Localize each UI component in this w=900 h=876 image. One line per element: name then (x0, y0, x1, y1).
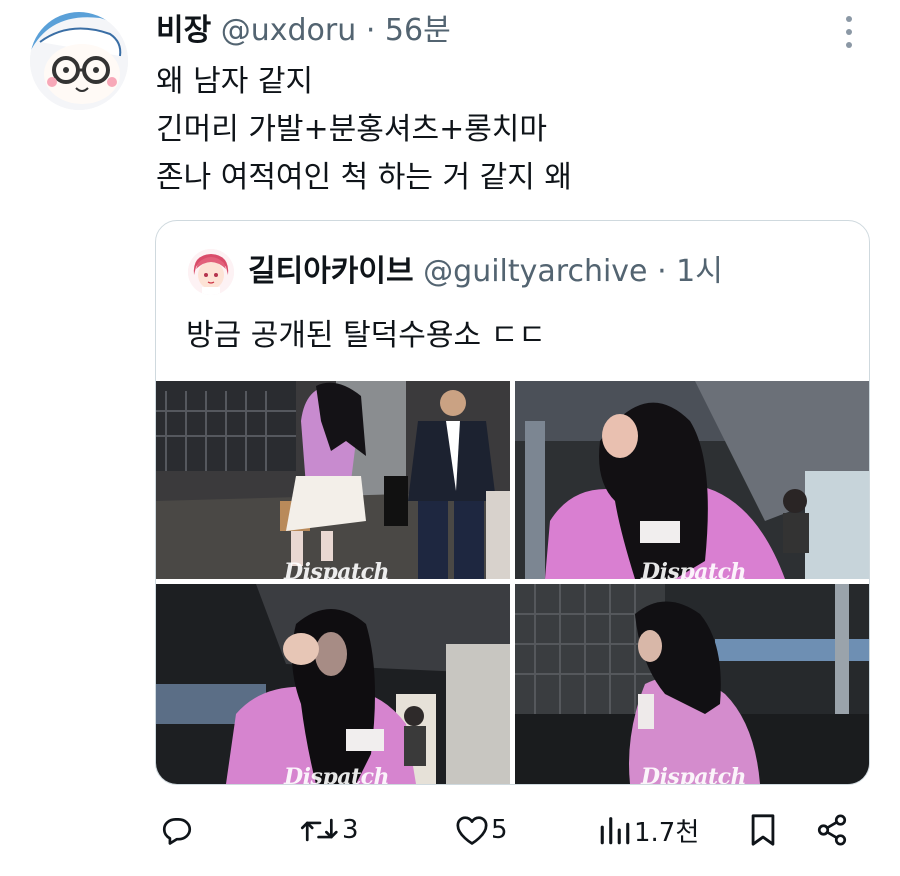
media-grid: Dispatch Dispatch Dispatch Dispatch (156, 381, 869, 784)
tweet-text-line: 존나 여적여인 척 하는 거 같지 왜 (156, 160, 573, 195)
quote-author-name[interactable]: 길티아카이브 (248, 254, 414, 289)
views-count: 1.7천 (634, 817, 700, 848)
share-button[interactable] (815, 810, 849, 850)
author-name[interactable]: 비장 (156, 13, 211, 48)
watermark: Dispatch (641, 764, 747, 784)
reply-icon (162, 818, 192, 845)
tweet-text-line: 왜 남자 같지 (156, 64, 314, 99)
retweet-button[interactable]: 3 (300, 810, 359, 850)
quote-author-avatar[interactable] (188, 249, 234, 295)
bookmark-button[interactable] (748, 810, 778, 850)
quote-tweet[interactable]: 길티아카이브 @guiltyarchive · 1시 방금 공개된 탈덕수용소 … (155, 220, 870, 785)
bookmark-icon (751, 814, 775, 846)
tweet-time[interactable]: 56분 (385, 13, 451, 48)
watermark: Dispatch (284, 764, 390, 784)
media-photo-2[interactable]: Dispatch (515, 381, 869, 579)
quote-separator-dot: · (657, 254, 667, 289)
retweet-count: 3 (342, 815, 359, 845)
author-handle[interactable]: @uxdoru (221, 13, 357, 48)
quote-text: 방금 공개된 탈덕수용소 ㄷㄷ (186, 318, 546, 353)
retweet-icon (300, 818, 338, 842)
quote-author-handle[interactable]: @guiltyarchive (423, 254, 647, 289)
like-button[interactable]: 5 (455, 810, 508, 850)
quote-avatar-illustration (188, 249, 234, 295)
action-bar: 3 5 1.7천 (0, 800, 900, 860)
watermark: Dispatch (284, 559, 390, 579)
tweet-header: 비장 @uxdoru · 56분 (156, 10, 451, 52)
quote-header: 길티아카이브 @guiltyarchive · 1시 (248, 251, 723, 293)
views-icon (600, 817, 630, 845)
author-avatar[interactable] (30, 12, 128, 110)
media-photo-3[interactable]: Dispatch (156, 584, 510, 784)
tweet-text: 왜 남자 같지 긴머리 가발+분홍셔츠+롱치마 존나 여적여인 척 하는 거 같… (156, 58, 572, 202)
reply-button[interactable] (160, 810, 196, 850)
avatar-illustration (30, 12, 128, 110)
media-photo-1[interactable]: Dispatch (156, 381, 510, 579)
more-vertical-icon[interactable] (843, 16, 855, 50)
heart-icon (456, 816, 488, 845)
like-count: 5 (491, 815, 508, 845)
quote-time[interactable]: 1시 (676, 254, 723, 289)
media-photo-4[interactable]: Dispatch (515, 584, 869, 784)
tweet-text-line: 긴머리 가발+분홍셔츠+롱치마 (156, 112, 548, 147)
views-button[interactable]: 1.7천 (598, 810, 699, 850)
share-icon (817, 814, 847, 846)
watermark: Dispatch (641, 559, 747, 579)
separator-dot: · (365, 13, 376, 48)
tweet[interactable]: 비장 @uxdoru · 56분 왜 남자 같지 긴머리 가발+분홍셔츠+롱치마… (0, 0, 900, 876)
